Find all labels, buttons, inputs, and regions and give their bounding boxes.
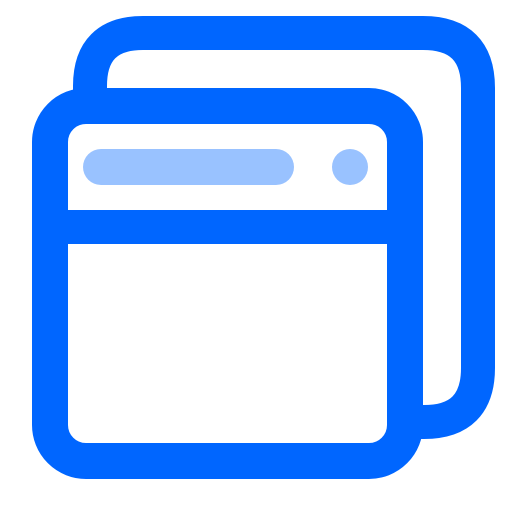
address-bar <box>83 149 294 185</box>
menu-dot <box>332 149 368 185</box>
browser-windows-icon-svg <box>32 16 495 479</box>
browser-windows-icon <box>0 0 512 512</box>
